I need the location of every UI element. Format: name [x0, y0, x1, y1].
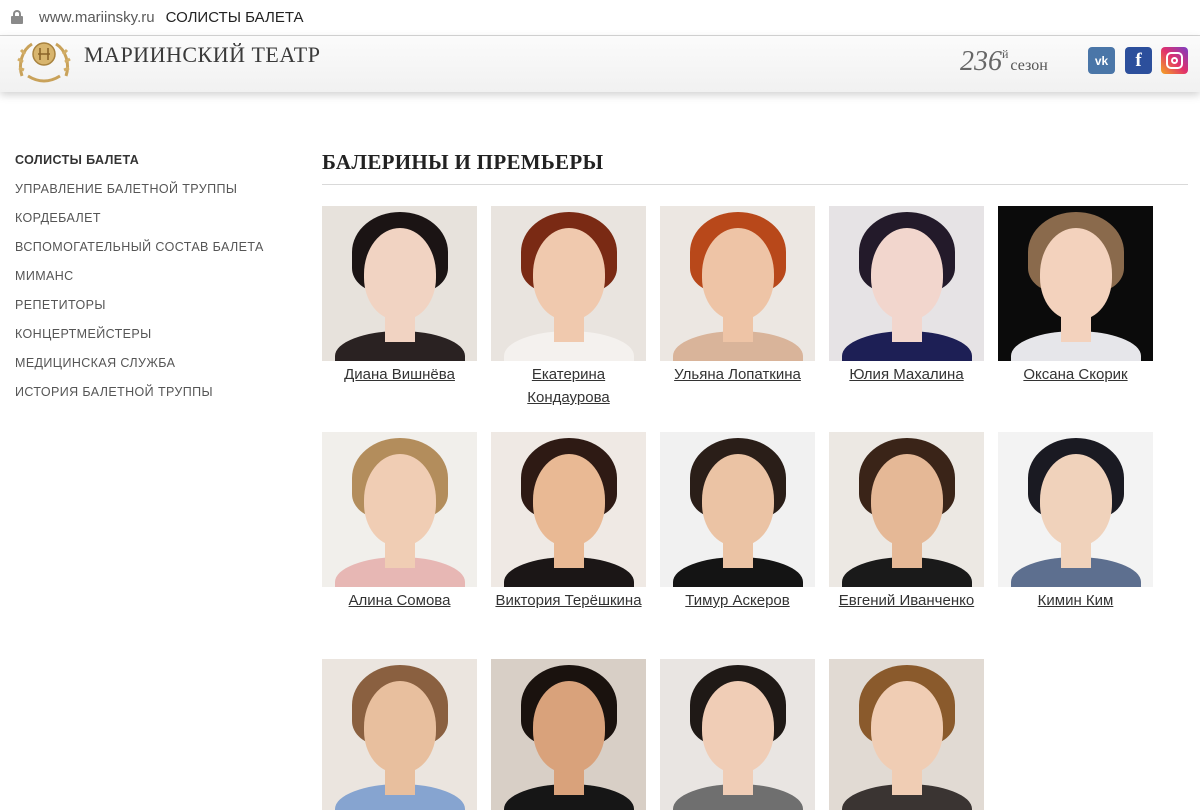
artist-photo[interactable]	[322, 206, 477, 361]
facebook-icon[interactable]: f	[1125, 47, 1152, 74]
artist-card[interactable]: Кимин Ким	[998, 432, 1153, 612]
instagram-icon[interactable]	[1161, 47, 1188, 74]
artist-card[interactable]: Диана Вишнёва	[322, 206, 477, 386]
artist-name-line1: Ульяна Лопаткина	[674, 366, 801, 383]
artist-name-link[interactable]: Екатерина Кондаурова	[491, 363, 646, 409]
sidebar-item-history[interactable]: ИСТОРИЯ БАЛЕТНОЙ ТРУППЫ	[15, 385, 264, 414]
artist-photo[interactable]	[491, 659, 646, 810]
artist-photo[interactable]	[491, 432, 646, 587]
artist-photo[interactable]	[491, 206, 646, 361]
season-label: 236йсезон	[960, 46, 1048, 78]
artist-name-line2: Кондаурова	[527, 389, 610, 406]
section-title: БАЛЕРИНЫ И ПРЕМЬЕРЫ	[322, 150, 604, 174]
artist-photo[interactable]	[660, 659, 815, 810]
artist-card[interactable]	[322, 659, 477, 810]
section-divider	[322, 184, 1188, 185]
artist-name-link[interactable]: Юлия Махалина	[829, 363, 984, 386]
season-suffix: й	[1002, 47, 1009, 61]
artist-card[interactable]: Тимур Аскеров	[660, 432, 815, 612]
artist-card[interactable]: Ульяна Лопаткина	[660, 206, 815, 386]
artist-photo[interactable]	[998, 432, 1153, 587]
artist-name-link[interactable]: Алина Сомова	[322, 589, 477, 612]
artist-card[interactable]: Алина Сомова	[322, 432, 477, 612]
browser-address-bar[interactable]: www.mariinsky.ru СОЛИСТЫ БАЛЕТА	[0, 0, 1200, 36]
artist-photo[interactable]	[660, 432, 815, 587]
sidebar-item-mimans[interactable]: МИМАНС	[15, 269, 264, 298]
vk-icon[interactable]: vk	[1088, 47, 1115, 74]
artist-photo[interactable]	[660, 206, 815, 361]
url-text[interactable]: www.mariinsky.ru СОЛИСТЫ БАЛЕТА	[39, 9, 304, 26]
artist-name-line1: Алина Сомова	[348, 592, 451, 609]
artist-name-link[interactable]: Евгений Иванченко	[829, 589, 984, 612]
url-page-title: СОЛИСТЫ БАЛЕТА	[165, 9, 304, 26]
theatre-emblem-icon[interactable]	[14, 36, 74, 84]
artist-name-line1: Виктория Терёшкина	[495, 592, 642, 609]
url-host: www.mariinsky.ru	[39, 9, 155, 26]
sidebar-item-soloists[interactable]: СОЛИСТЫ БАЛЕТА	[15, 153, 264, 182]
artist-name-line1: Юлия Махалина	[849, 366, 964, 383]
sidebar-item-accompanists[interactable]: КОНЦЕРТМЕЙСТЕРЫ	[15, 327, 264, 356]
artist-card[interactable]: Оксана Скорик	[998, 206, 1153, 386]
artist-name-line1: Оксана Скорик	[1023, 366, 1128, 383]
sidebar-item-medical[interactable]: МЕДИЦИНСКАЯ СЛУЖБА	[15, 356, 264, 385]
sidebar-nav: СОЛИСТЫ БАЛЕТА УПРАВЛЕНИЕ БАЛЕТНОЙ ТРУПП…	[15, 153, 264, 414]
artist-card[interactable]: Юлия Махалина	[829, 206, 984, 386]
artist-card[interactable]: Виктория Терёшкина	[491, 432, 646, 612]
sidebar-item-auxiliary[interactable]: ВСПОМОГАТЕЛЬНЫЙ СОСТАВ БАЛЕТА	[15, 240, 264, 269]
artist-name-line1: Евгений Иванченко	[838, 592, 975, 609]
season-number: 236	[960, 46, 1002, 77]
site-brand[interactable]: МАРИИНСКИЙ ТЕАТР	[84, 42, 320, 68]
artist-photo[interactable]	[322, 432, 477, 587]
sidebar-item-corps-de-ballet[interactable]: КОРДЕБАЛЕТ	[15, 211, 264, 240]
lock-icon[interactable]	[11, 10, 23, 24]
season-word: сезон	[1010, 57, 1048, 74]
artist-photo[interactable]	[829, 432, 984, 587]
artist-name-link[interactable]: Тимур Аскеров	[660, 589, 815, 612]
artist-name-line1: Диана Вишнёва	[344, 366, 455, 383]
artist-name-line1: Тимур Аскеров	[685, 592, 790, 609]
artist-card[interactable]	[829, 659, 984, 810]
artist-photo[interactable]	[322, 659, 477, 810]
artist-name-link[interactable]: Кимин Ким	[998, 589, 1153, 612]
artist-name-link[interactable]: Виктория Терёшкина	[491, 589, 646, 612]
artist-photo[interactable]	[998, 206, 1153, 361]
artist-name-line1: Кимин Ким	[1037, 592, 1114, 609]
artist-card[interactable]: Евгений Иванченко	[829, 432, 984, 612]
artist-name-line1: Екатерина	[531, 366, 606, 383]
artist-photo[interactable]	[829, 659, 984, 810]
sidebar-item-management[interactable]: УПРАВЛЕНИЕ БАЛЕТНОЙ ТРУППЫ	[15, 182, 264, 211]
sidebar-item-repetiteurs[interactable]: РЕПЕТИТОРЫ	[15, 298, 264, 327]
site-header: МАРИИНСКИЙ ТЕАТР 236йсезон vk f	[0, 36, 1200, 92]
artist-card[interactable]	[491, 659, 646, 810]
artist-name-link[interactable]: Диана Вишнёва	[322, 363, 477, 386]
artist-card[interactable]: Екатерина Кондаурова	[491, 206, 646, 409]
artist-photo[interactable]	[829, 206, 984, 361]
artist-name-link[interactable]: Оксана Скорик	[998, 363, 1153, 386]
artist-card[interactable]	[660, 659, 815, 810]
artist-name-link[interactable]: Ульяна Лопаткина	[660, 363, 815, 386]
